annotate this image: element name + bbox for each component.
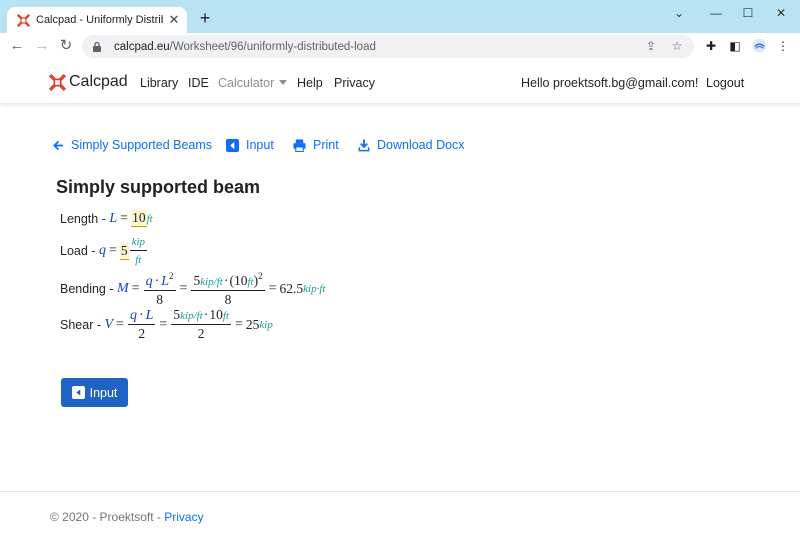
caret-left-square-icon xyxy=(226,138,239,152)
print-link-label: Print xyxy=(313,138,339,152)
shear-substitution-fraction: 5kip/ft·10ft 2 xyxy=(171,307,231,341)
length-unit: ft xyxy=(146,212,153,225)
arrow-left-icon xyxy=(53,140,64,151)
footer-copyright: © 2020 - Proektsoft - xyxy=(50,510,165,524)
bending-substitution-fraction: 5kip/ft·(10ft)2 8 xyxy=(191,271,265,308)
nav-ide[interactable]: IDE xyxy=(188,76,209,90)
back-to-library-link[interactable]: Simply Supported Beams xyxy=(53,138,212,152)
back-link-label: Simply Supported Beams xyxy=(71,138,213,152)
bookmark-star-icon[interactable]: ☆ xyxy=(670,39,684,53)
footer-privacy-link[interactable]: Privacy xyxy=(164,510,203,524)
share-icon[interactable]: ⇪ xyxy=(644,39,658,53)
print-link[interactable]: Print xyxy=(293,138,339,152)
back-arrow-icon[interactable]: ← xyxy=(8,37,26,55)
bending-result: 62.5 xyxy=(279,280,304,296)
browser-toolbar: ← → ↻ calcpad.eu/Worksheet/96/uniformly-… xyxy=(0,33,800,60)
length-label: Length - xyxy=(60,211,106,226)
input-link-label: Input xyxy=(246,138,274,152)
nav-calculator[interactable]: Calculator xyxy=(218,76,288,90)
length-variable: L xyxy=(109,210,118,226)
brand-name: Calcpad xyxy=(69,73,128,90)
shear-line: Shear - V = q · L 2 = 5kip/ft·10ft 2 = 25 … xyxy=(60,307,273,341)
printer-icon xyxy=(293,138,306,152)
load-value-input[interactable]: 5 xyxy=(119,242,129,260)
nav-logout[interactable]: Logout xyxy=(706,76,744,90)
nav-privacy[interactable]: Privacy xyxy=(334,76,375,90)
download-icon xyxy=(358,138,370,152)
lock-icon xyxy=(92,41,104,53)
chevron-down-icon[interactable]: ⌄ xyxy=(669,4,689,22)
download-docx-link[interactable]: Download Docx xyxy=(358,138,465,152)
forward-arrow-icon[interactable]: → xyxy=(33,37,51,55)
length-value-input[interactable]: 10 xyxy=(131,210,147,227)
download-link-label: Download Docx xyxy=(377,138,465,152)
footer-text: © 2020 - Proektsoft - Privacy xyxy=(50,510,204,524)
browser-tab[interactable]: Calcpad - Uniformly Distributed Load ✕ xyxy=(7,7,187,33)
bending-formula-fraction: q · L2 8 xyxy=(143,271,176,308)
url-text: calcpad.eu/Worksheet/96/uniformly-distri… xyxy=(114,40,376,53)
reload-icon[interactable]: ↻ xyxy=(57,37,75,55)
bending-line: Bending - M = q · L2 8 = 5kip/ft·(10ft)2 8… xyxy=(60,271,326,308)
caret-down-icon xyxy=(279,80,288,86)
shear-result: 25 xyxy=(245,316,260,332)
input-button-label: Input xyxy=(89,385,118,400)
page-title: Simply supported beam xyxy=(56,177,261,197)
user-greeting[interactable]: Hello proektsoft.bg@gmail.com! xyxy=(521,76,698,90)
bending-label: Bending - xyxy=(60,281,114,296)
length-line: Length - L = 10 ft xyxy=(60,210,153,227)
calcpad-logo-icon xyxy=(49,73,66,91)
address-bar[interactable]: calcpad.eu/Worksheet/96/uniformly-distri… xyxy=(82,35,694,58)
footer: © 2020 - Proektsoft - Privacy xyxy=(0,491,800,538)
shear-label: Shear - xyxy=(60,317,101,332)
maximize-icon[interactable]: ☐ xyxy=(738,4,758,22)
nav-library[interactable]: Library xyxy=(140,76,178,90)
input-link[interactable]: Input xyxy=(226,138,274,152)
load-line: Load - q = 5 kip ft xyxy=(60,236,148,266)
browser-titlebar: Calcpad - Uniformly Distributed Load ✕ +… xyxy=(0,0,800,33)
tab-close-icon[interactable]: ✕ xyxy=(167,13,181,27)
nav-help[interactable]: Help xyxy=(297,76,323,90)
side-panel-icon[interactable]: ◧ xyxy=(727,38,743,54)
extensions-puzzle-icon[interactable]: ✚ xyxy=(703,38,719,54)
kebab-menu-icon[interactable]: ⋮ xyxy=(775,38,791,54)
input-button[interactable]: Input xyxy=(61,378,128,407)
profile-avatar-icon[interactable] xyxy=(751,38,767,54)
close-window-icon[interactable]: ✕ xyxy=(771,4,791,22)
minimize-icon[interactable]: — xyxy=(706,4,726,22)
tab-title: Calcpad - Uniformly Distributed Load xyxy=(36,14,163,26)
calcpad-favicon-icon xyxy=(16,13,30,27)
brand-link[interactable]: Calcpad xyxy=(49,73,128,91)
nav-calculator-label: Calculator xyxy=(218,76,275,90)
bending-variable: M xyxy=(117,280,129,296)
load-variable: q xyxy=(98,243,106,258)
shear-variable: V xyxy=(104,316,114,332)
bending-result-unit: kip·ft xyxy=(303,282,326,295)
shear-formula-fraction: q · L 2 xyxy=(127,308,156,341)
load-unit-fraction: kip ft xyxy=(129,236,148,266)
load-label: Load - xyxy=(60,244,96,258)
new-tab-icon[interactable]: + xyxy=(196,9,214,27)
caret-left-icon xyxy=(71,386,85,399)
site-navbar: Calcpad Library IDE Calculator Help Priv… xyxy=(0,60,800,104)
shear-result-unit: kip xyxy=(259,318,273,331)
